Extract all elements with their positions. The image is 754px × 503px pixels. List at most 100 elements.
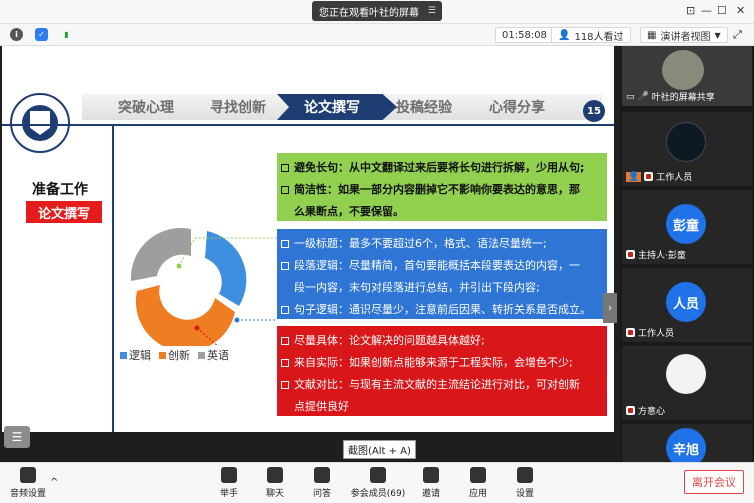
slide-nav-item: 投稿经验 [396,100,452,116]
meeting-toolbar: i ✓ ▮ 01:58:08 👤 118人看过 ▦ 演讲者视图 ▼ ⤢ [0,24,754,46]
minimize-icon[interactable]: — [701,4,712,17]
members-button[interactable]: 参会成员(69) [347,467,409,499]
raise-hand-button[interactable]: 举手 [203,467,255,499]
mic-muted-icon [626,250,635,259]
qa-button[interactable]: 问答 [296,467,348,499]
participant-tile[interactable]: 方意心 [622,346,752,420]
mic-muted-icon [626,406,635,415]
tip-line: 来自实际：如果创新点能够来源于工程实际，会增色不少; [294,356,573,369]
participant-name: 👤 工作人员 [626,171,693,183]
section-tag: 论文撰写 [26,201,102,223]
signal-icon[interactable]: ▮ [60,28,73,41]
tip-line: 一级标题：最多不要超过6个，格式、语法尽量统一; [294,237,547,250]
donut-segment-logic [205,231,247,306]
participant-name: 方意心 [626,404,665,417]
university-logo [10,93,70,153]
share-banner[interactable]: 您正在观看叶社的屏幕 ☰ [312,1,442,21]
chevron-down-icon: ▼ [714,30,721,40]
shared-screen: 突破心理 寻找创新 论文撰写 投稿经验 心得分享 15 准备工作 论文撰写 逻辑… [0,46,620,462]
donut-segment-english [130,227,191,281]
participant-tile[interactable]: ▭ 🎤 叶社的屏幕共享 [622,46,752,106]
leave-meeting-button[interactable]: 离开会议 [684,470,744,494]
grid-icon: ▦ [647,29,657,41]
user-icon: 👤 [626,171,642,182]
members-icon [370,467,386,483]
presentation-slide: 突破心理 寻找创新 论文撰写 投稿经验 心得分享 15 准备工作 论文撰写 逻辑… [2,46,614,432]
participant-tile[interactable]: 辛旭 [622,424,752,468]
info-icon[interactable]: i [10,28,23,41]
slide-nav-item: 寻找创新 [210,100,266,116]
participant-name: 主持人·彭童 [626,248,686,261]
legend-item-english: 英语 [198,347,229,363]
slide-divider [2,124,614,126]
participant-photo [662,50,704,90]
apps-icon [470,467,486,483]
viewers-label: 118人看过 [574,31,624,43]
title-bar: 您正在观看叶社的屏幕 ☰ ⊡ — ☐ ✕ [0,0,754,24]
slide-nav-item: 心得分享 [489,100,545,116]
screenshot-tooltip: 截图(Alt + A) [343,440,416,459]
participant-photo [666,354,706,394]
legend-item-logic: 逻辑 [120,347,151,363]
shield-icon[interactable]: ✓ [35,28,48,41]
chat-button[interactable]: 聊天 [249,467,301,499]
chat-icon [267,467,283,483]
tips-box-blue: 一级标题：最多不要超过6个，格式、语法尽量统一; 段落逻辑：尽量精简，首句要能概… [277,229,607,319]
tip-line: 点提供良好 [294,400,349,413]
section-title: 准备工作 [32,182,88,198]
participant-name: ▭ 🎤 叶社的屏幕共享 [626,91,715,104]
meeting-timer: 01:58:08 [495,27,554,43]
participant-tile[interactable]: 人员 工作人员 [622,268,752,342]
tip-line: 句子逻辑：通识尽量少，注意前后因果、转折关系是否成立。 [294,303,591,316]
tip-line: 么果断点，不要保留。 [294,205,404,218]
chart-legend: 逻辑 创新 英语 [120,347,229,363]
participant-name: 工作人员 [626,326,674,339]
settings-button[interactable]: 设置 [499,467,551,499]
mic-muted-icon [626,328,635,337]
view-mode-select[interactable]: ▦ 演讲者视图 ▼ [640,27,728,43]
collapse-panel-button[interactable]: › [603,293,617,323]
legend-item-innovation: 创新 [159,347,190,363]
share-banner-text: 您正在观看叶社的屏幕 [319,7,419,19]
tip-line: 简洁性：如果一部分内容删掉它不影响你要表达的意思，那 [294,183,580,196]
maximize-icon[interactable]: ☐ [717,4,727,17]
chevron-up-icon[interactable]: ^ [50,477,58,488]
fullscreen-icon[interactable]: ⤢ [733,28,742,42]
tip-line: 文献对比：与现有主流文献的主流结论进行对比，可对创新 [294,378,580,391]
slide-nav-item: 突破心理 [118,100,174,116]
close-icon[interactable]: ✕ [736,4,745,17]
viewers-count[interactable]: 👤 118人看过 [551,27,631,43]
add-user-icon [423,467,439,483]
participant-tile[interactable]: 彭童 主持人·彭童 [622,190,752,264]
hand-icon [221,467,237,483]
slide-page-number: 15 [583,100,605,122]
mic-muted-icon [644,172,654,181]
participants-panel: ▭ 🎤 叶社的屏幕共享 👤 工作人员 彭童 主持人·彭童 人员 工作人员 方意心 [620,46,754,468]
mic-icon: 🎤 [637,91,649,102]
invite-button[interactable]: 邀请 [405,467,457,499]
apps-button[interactable]: 应用 [452,467,504,499]
participant-avatar: 人员 [666,282,706,322]
menu-icon[interactable]: ☰ [428,6,436,16]
audio-settings-button[interactable]: 音频设置 [2,467,54,499]
speaker-icon [20,467,36,483]
participant-photo [666,122,706,162]
participant-avatar: 彭童 [666,204,706,244]
participant-tile[interactable]: 👤 工作人员 [622,112,752,186]
tip-line: 段落逻辑：尽量精简，首句要能概括本段要表达的内容，一 [294,259,580,272]
view-mode-label: 演讲者视图 [660,31,711,43]
donut-diagram [130,227,277,346]
list-icon[interactable]: ☰ [4,426,30,448]
tip-line: 尽量具体：论文解决的问题越具体越好; [294,334,485,347]
slide-nav-active: 论文撰写 [304,100,360,116]
tips-box-red: 尽量具体：论文解决的问题越具体越好; 来自实际：如果创新点能够来源于工程实际，会… [277,326,607,416]
gear-icon [517,467,533,483]
screen-share-icon: ▭ [626,91,635,102]
bottom-bar: 音频设置 ^ 举手 聊天 问答 参会成员(69) 邀请 应用 设置 [0,462,754,503]
tip-line: 避免长句：从中文翻译过来后要将长句进行拆解，少用从句; [294,161,585,174]
tip-line: 段一内容，末句对段落进行总结，并引出下段内容; [294,281,540,294]
question-icon [314,467,330,483]
pin-icon[interactable]: ⊡ [686,4,695,17]
tips-box-green: 避免长句：从中文翻译过来后要将长句进行拆解，少用从句; 简洁性：如果一部分内容删… [277,153,607,221]
user-icon: 👤 [558,29,571,41]
